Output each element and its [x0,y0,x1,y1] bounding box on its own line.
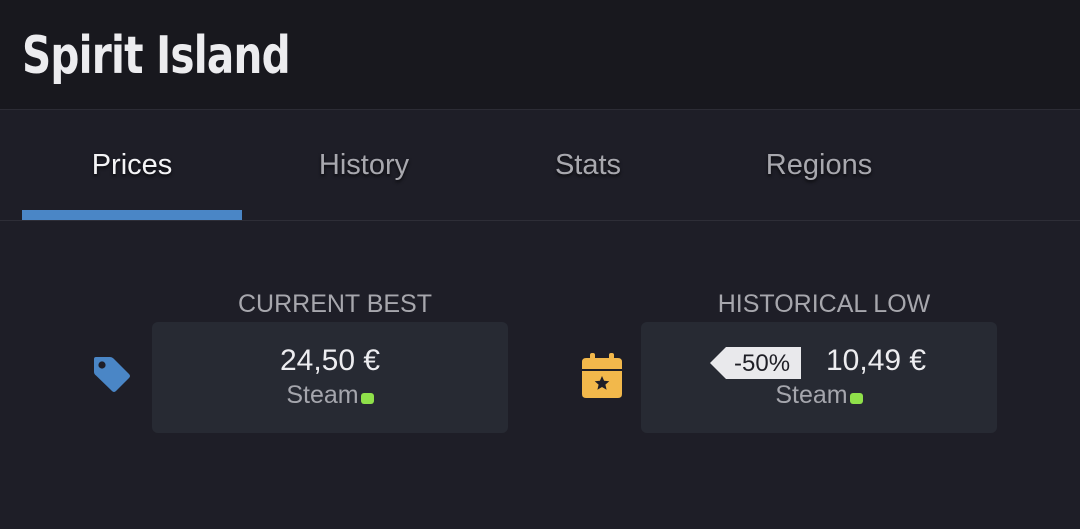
game-title: Spirit Island [22,26,291,86]
tab-bar: Prices History Stats Regions [0,110,1080,221]
tab-history[interactable]: History [254,110,474,220]
historical-low-label: HISTORICAL LOW [717,290,931,318]
current-best-label: CURRENT BEST [237,290,432,318]
historical-low-store[interactable]: Steam [641,381,997,410]
store-status-dot [360,393,374,404]
current-best-card[interactable]: 24,50 € Steam [152,322,508,433]
badge-arrow [710,347,726,379]
historical-low-card[interactable]: Steam [641,322,997,433]
historical-low-price: 10,49 € [826,344,927,377]
discount-badge: -50% [710,347,802,379]
active-tab-indicator [22,210,242,220]
current-best-price: 24,50 € [279,344,381,377]
store-name: Steam [286,381,359,409]
current-best-store[interactable]: Steam [152,381,508,410]
store-name: Steam [775,381,848,409]
calendar-star-icon [582,353,622,398]
app-header: Spirit Island [0,0,1080,110]
discount-value: -50% [726,347,802,379]
tab-prices[interactable]: Prices [22,110,242,220]
tab-regions[interactable]: Regions [709,110,929,220]
store-status-dot [849,393,863,404]
price-tag-icon [94,357,130,392]
tab-stats[interactable]: Stats [478,110,698,220]
